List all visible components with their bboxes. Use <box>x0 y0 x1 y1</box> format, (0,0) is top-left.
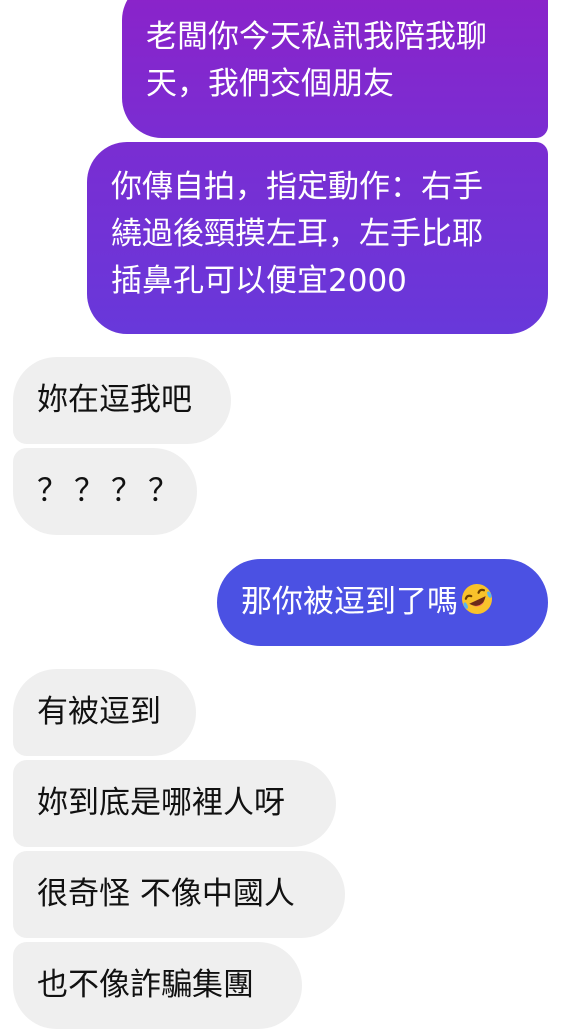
message-text: 很奇怪 不像中國人 <box>37 876 295 912</box>
incoming-message-bubble[interactable]: 很奇怪 不像中國人 <box>13 851 345 938</box>
chat-thread: 老闆你今天私訊我陪我聊 天，我們交個朋友 你傳自拍，指定動作：右手 繞過後頸摸左… <box>0 0 563 1029</box>
message-text-line: 你傳自拍，指定動作：右手 <box>111 169 483 205</box>
message-text-line: 繞過後頸摸左耳，左手比耶 <box>111 216 483 252</box>
message-text-row: 那你被逗到了嗎 <box>241 579 548 630</box>
outgoing-message-bubble[interactable]: 你傳自拍，指定動作：右手 繞過後頸摸左耳，左手比耶 插鼻孔可以便宜2000 <box>87 142 548 334</box>
message-text-line: 天，我們交個朋友 <box>146 66 394 102</box>
incoming-message-bubble[interactable]: 妳在逗我吧 <box>13 357 231 444</box>
outgoing-message-bubble[interactable]: 老闆你今天私訊我陪我聊 天，我們交個朋友 <box>122 0 548 138</box>
message-text: 妳在逗我吧 <box>37 382 192 418</box>
message-text-line: 插鼻孔可以便宜2000 <box>111 263 407 299</box>
message-text-line: 老闆你今天私訊我陪我聊 <box>146 19 487 55</box>
outgoing-message-bubble[interactable]: 那你被逗到了嗎 <box>217 559 548 646</box>
incoming-message-bubble[interactable]: 妳到底是哪裡人呀 <box>13 760 336 847</box>
rolling-on-floor-laughing-emoji-icon <box>460 582 494 630</box>
incoming-message-bubble[interactable]: 也不像詐騙集團 <box>13 942 302 1029</box>
message-text: ？？？？ <box>37 473 185 509</box>
message-text: 妳到底是哪裡人呀 <box>37 785 285 821</box>
message-text: 也不像詐騙集團 <box>37 967 254 1003</box>
message-text: 有被逗到 <box>37 694 161 730</box>
incoming-message-bubble[interactable]: ？？？？ <box>13 448 197 535</box>
message-text: 那你被逗到了嗎 <box>241 584 458 620</box>
incoming-message-bubble[interactable]: 有被逗到 <box>13 669 196 756</box>
